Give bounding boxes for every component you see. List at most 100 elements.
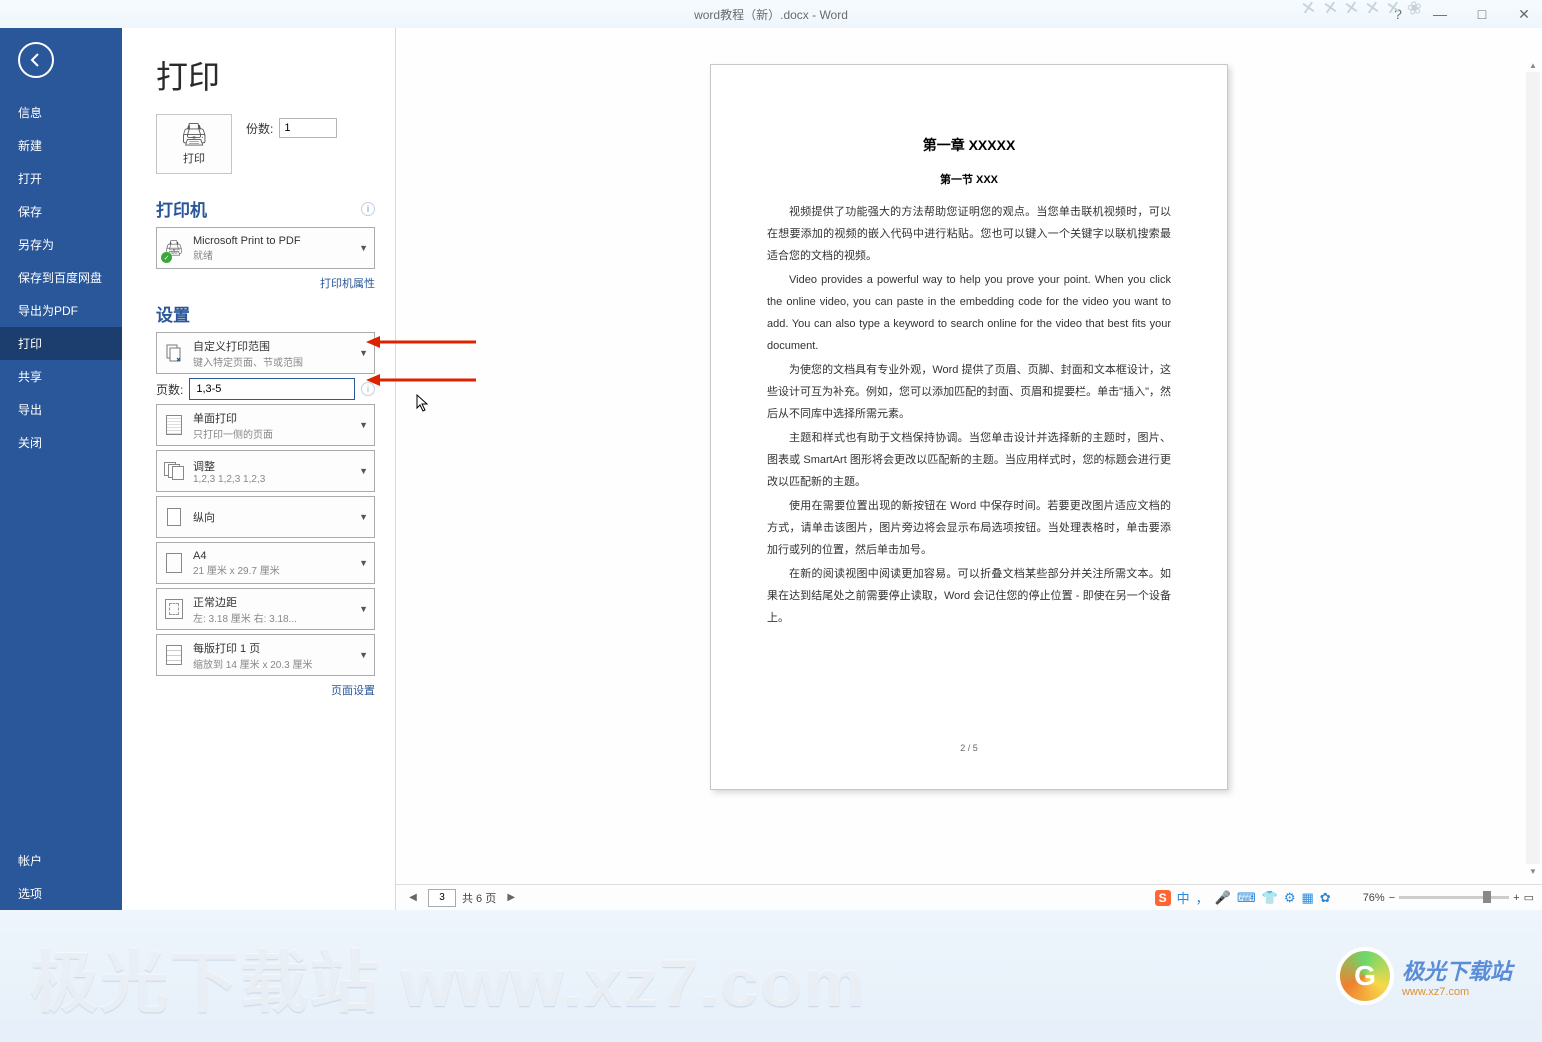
margins-sub: 左: 3.18 厘米 右: 3.18... <box>193 610 351 625</box>
collate-title: 调整 <box>193 458 351 474</box>
collate-sub: 1,2,3 1,2,3 1,2,3 <box>193 474 351 485</box>
per-page-icon <box>163 642 185 668</box>
perpage-sub: 缩放到 14 厘米 x 20.3 厘米 <box>193 656 351 671</box>
info-icon[interactable]: i <box>361 382 375 396</box>
print-panel: 打印 🖨 打印 份数: 打印机 i 🖨✓ Microsoft Print to … <box>122 28 396 910</box>
orientation-title: 纵向 <box>193 509 351 525</box>
nav-export[interactable]: 导出 <box>0 393 122 426</box>
nav-info[interactable]: 信息 <box>0 96 122 129</box>
preview-para: Video provides a powerful way to help yo… <box>767 269 1171 357</box>
nav-account[interactable]: 帐户 <box>0 844 122 877</box>
paper-size-selector[interactable]: A4 21 厘米 x 29.7 厘米 ▼ <box>156 542 375 584</box>
sogou-icon[interactable]: S <box>1155 890 1171 906</box>
preview-scrollbar[interactable]: ▲ ▼ <box>1526 58 1540 878</box>
collate-icon <box>163 458 185 484</box>
preview-subheading: 第一节 XXX <box>767 171 1171 187</box>
scroll-up-icon[interactable]: ▲ <box>1526 58 1540 72</box>
ime-keyboard-icon[interactable]: ⌨ <box>1237 890 1256 906</box>
printer-name: Microsoft Print to PDF <box>193 235 351 247</box>
zoom-in-button[interactable]: + <box>1513 892 1519 904</box>
close-button[interactable]: ✕ <box>1512 4 1536 24</box>
nav-save[interactable]: 保存 <box>0 195 122 228</box>
duplex-selector[interactable]: 单面打印 只打印一侧的页面 ▼ <box>156 404 375 446</box>
nav-open[interactable]: 打开 <box>0 162 122 195</box>
ime-punct-icon[interactable]: ， <box>1196 888 1209 907</box>
printer-properties-link[interactable]: 打印机属性 <box>156 275 375 291</box>
portrait-icon <box>163 504 185 530</box>
printer-section-title: 打印机 <box>156 196 207 221</box>
chevron-down-icon: ▼ <box>359 420 368 430</box>
printer-device-icon: 🖨✓ <box>163 235 185 261</box>
orientation-selector[interactable]: 纵向 ▼ <box>156 496 375 538</box>
printer-selector[interactable]: 🖨✓ Microsoft Print to PDF 就绪 ▼ <box>156 227 375 269</box>
ime-menu-icon[interactable]: ▦ <box>1301 890 1313 906</box>
minimize-button[interactable]: — <box>1428 4 1452 24</box>
printer-icon: 🖨 <box>180 122 208 148</box>
ime-voice-icon[interactable]: 🎤 <box>1215 890 1231 906</box>
pages-per-sheet-selector[interactable]: 每版打印 1 页 缩放到 14 厘米 x 20.3 厘米 ▼ <box>156 634 375 676</box>
title-decoration: ✕✕✕✕✕❀ <box>1301 0 1422 19</box>
chevron-down-icon: ▼ <box>359 466 368 476</box>
zoom-out-button[interactable]: − <box>1389 892 1395 904</box>
chevron-down-icon: ▼ <box>359 604 368 614</box>
info-icon[interactable]: i <box>361 202 375 216</box>
printer-status: 就绪 <box>193 247 351 262</box>
nav-pdf[interactable]: 导出为PDF <box>0 294 122 327</box>
back-button[interactable] <box>18 42 54 78</box>
a4-icon <box>163 550 185 576</box>
page-setup-link[interactable]: 页面设置 <box>156 682 375 698</box>
margins-title: 正常边距 <box>193 594 351 610</box>
nav-print[interactable]: 打印 <box>0 327 122 360</box>
preview-heading: 第一章 XXXXX <box>767 135 1171 155</box>
preview-para: 视频提供了功能强大的方法帮助您证明您的观点。当您单击联机视频时，可以在想要添加的… <box>767 201 1171 267</box>
paper-sub: 21 厘米 x 29.7 厘米 <box>193 562 351 577</box>
maximize-button[interactable]: □ <box>1470 4 1494 24</box>
pages-input[interactable] <box>189 378 355 400</box>
watermark-logo: G 极光下载站 www.xz7.com <box>1336 947 1512 1005</box>
document-title: word教程（新）.docx - Word <box>694 6 848 23</box>
next-page-button[interactable]: ▶ <box>502 889 520 907</box>
ime-lang[interactable]: 中 <box>1177 888 1190 907</box>
nav-closefile[interactable]: 关闭 <box>0 426 122 459</box>
collate-selector[interactable]: 调整 1,2,3 1,2,3 1,2,3 ▼ <box>156 450 375 492</box>
print-button-label: 打印 <box>183 150 205 166</box>
chevron-down-icon: ▼ <box>359 558 368 568</box>
chevron-down-icon: ▼ <box>359 348 368 358</box>
duplex-title: 单面打印 <box>193 410 351 426</box>
chevron-down-icon: ▼ <box>359 650 368 660</box>
nav-baidu[interactable]: 保存到百度网盘 <box>0 261 122 294</box>
nav-new[interactable]: 新建 <box>0 129 122 162</box>
single-side-icon <box>163 412 185 438</box>
title-bar: word教程（新）.docx - Word ✕✕✕✕✕❀ ? — □ ✕ <box>0 0 1542 28</box>
perpage-title: 每版打印 1 页 <box>193 640 351 656</box>
copies-input[interactable] <box>279 118 337 138</box>
print-range-selector[interactable]: 自定义打印范围 键入特定页面、节或范围 ▼ <box>156 332 375 374</box>
ime-skin-icon[interactable]: 👕 <box>1262 890 1278 906</box>
watermark-text: 极光下载站 www.xz7.com <box>30 927 866 1026</box>
mouse-cursor <box>416 394 430 415</box>
preview-para: 使用在需要位置出现的新按钮在 Word 中保存时间。若要更改图片适应文档的方式，… <box>767 495 1171 561</box>
margins-selector[interactable]: 正常边距 左: 3.18 厘米 右: 3.18... ▼ <box>156 588 375 630</box>
zoom-fit-button[interactable]: ▭ <box>1524 891 1534 904</box>
print-button[interactable]: 🖨 打印 <box>156 114 232 174</box>
nav-share[interactable]: 共享 <box>0 360 122 393</box>
current-page-input[interactable] <box>428 889 456 907</box>
preview-para: 为使您的文档具有专业外观，Word 提供了页眉、页脚、封面和文本框设计，这些设计… <box>767 359 1171 425</box>
preview-para: 主题和样式也有助于文档保持协调。当您单击设计并选择新的主题时，图片、图表或 Sm… <box>767 427 1171 493</box>
range-sub: 键入特定页面、节或范围 <box>193 354 351 369</box>
settings-section-title: 设置 <box>156 301 190 326</box>
total-pages: 共 6 页 <box>462 890 496 906</box>
ime-settings-icon[interactable]: ✿ <box>1320 890 1331 906</box>
panel-title: 打印 <box>156 52 375 98</box>
nav-saveas[interactable]: 另存为 <box>0 228 122 261</box>
nav-options[interactable]: 选项 <box>0 877 122 910</box>
zoom-slider[interactable] <box>1399 896 1509 899</box>
zoom-control[interactable]: 76% − + ▭ <box>1363 891 1534 904</box>
prev-page-button[interactable]: ◀ <box>404 889 422 907</box>
preview-page-number: 2 / 5 <box>711 743 1227 753</box>
preview-para: 在新的阅读视图中阅读更加容易。可以折叠文档某些部分并关注所需文本。如果在达到结尾… <box>767 563 1171 629</box>
range-icon <box>163 340 185 366</box>
copies-label: 份数: <box>246 120 273 137</box>
ime-tool-icon[interactable]: ⚙ <box>1284 890 1296 906</box>
scroll-down-icon[interactable]: ▼ <box>1526 864 1540 878</box>
